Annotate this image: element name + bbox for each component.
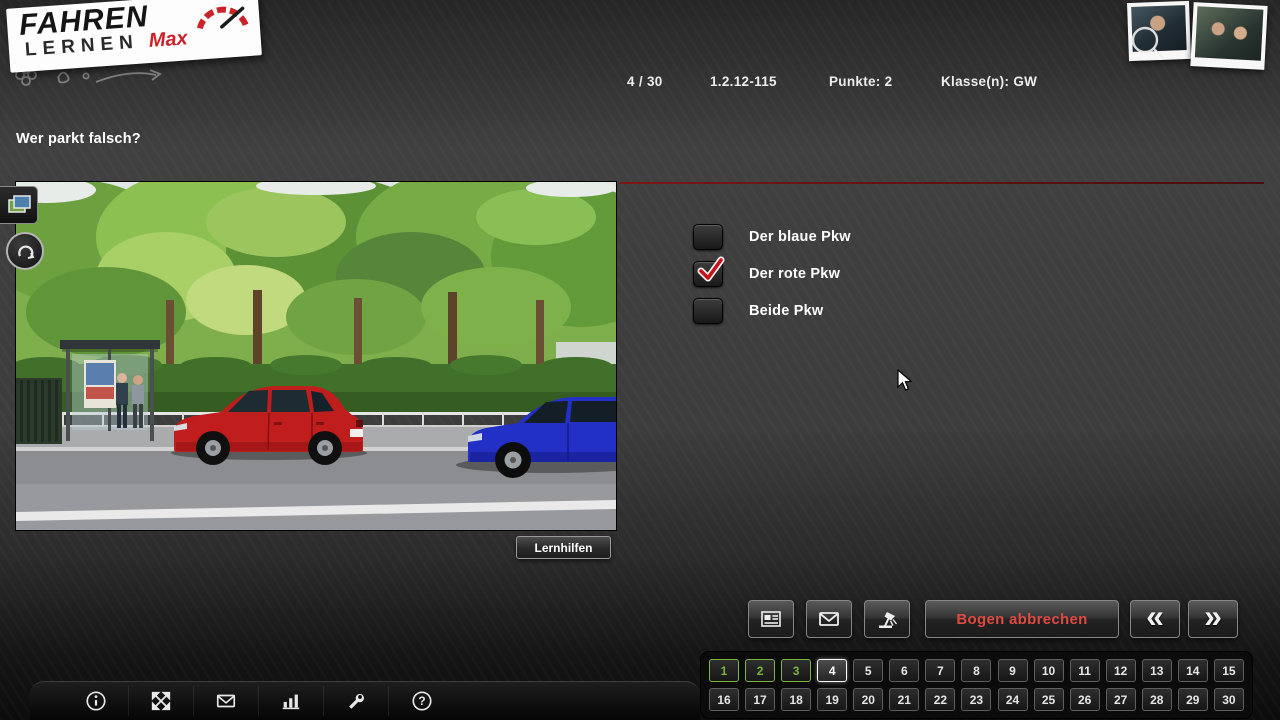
bar-chart-icon: [280, 690, 302, 712]
question-number-26[interactable]: 26: [1070, 688, 1100, 711]
red-checkmark-icon: [695, 254, 727, 286]
polaroid-photo-2: [1190, 2, 1267, 70]
question-title: Wer parkt falsch?: [16, 131, 141, 147]
question-number-24[interactable]: 24: [998, 688, 1028, 711]
checkbox-unchecked[interactable]: [693, 298, 723, 324]
question-scene-image: [16, 182, 616, 530]
question-number-30[interactable]: 30: [1214, 688, 1244, 711]
app-logo: FAHREN LERNEN Max: [6, 0, 262, 73]
question-number-3[interactable]: 3: [781, 659, 811, 682]
question-number-27[interactable]: 27: [1106, 688, 1136, 711]
points-label: Punkte: 2: [829, 74, 892, 89]
hint-tab[interactable]: [6, 232, 44, 270]
help-icon: ?: [411, 690, 433, 712]
backward-icon: «: [1146, 601, 1164, 631]
fullscreen-icon: [150, 690, 172, 712]
answer-panel-topline: [620, 182, 1264, 184]
question-number-6[interactable]: 6: [889, 659, 919, 682]
answer-label: Der blaue Pkw: [749, 229, 851, 245]
answers-list: Der blaue Pkw Der rote Pkw Beide Pkw: [693, 224, 851, 335]
question-number-panel: 1234567891011121314151617181920212223242…: [700, 651, 1253, 719]
question-grid-row: 16 17 18 19 20 21 22 23 24 25 26 27 28 29 30: [709, 688, 1244, 711]
notes-icon: [759, 607, 783, 631]
lernhilfen-button[interactable]: Lernhilfen: [516, 536, 611, 559]
question-number-7[interactable]: 7: [925, 659, 955, 682]
fullscreen-button[interactable]: [129, 686, 194, 716]
answer-option[interactable]: Der rote Pkw: [693, 261, 851, 287]
question-grid-row: 123456789101112131415: [709, 659, 1244, 682]
help-button[interactable]: ?: [389, 686, 454, 716]
question-image[interactable]: [16, 182, 616, 530]
question-number-8[interactable]: 8: [961, 659, 991, 682]
statistics-button[interactable]: [259, 686, 324, 716]
question-number-4[interactable]: 4: [817, 659, 847, 682]
question-number-10[interactable]: 10: [1034, 659, 1064, 682]
lamp-button[interactable]: [864, 600, 910, 638]
question-number-15[interactable]: 15: [1214, 659, 1244, 682]
question-number-13[interactable]: 13: [1142, 659, 1172, 682]
mail-icon: [215, 690, 237, 712]
question-number-9[interactable]: 9: [998, 659, 1028, 682]
forward-icon: »: [1204, 601, 1222, 631]
messages-button[interactable]: [194, 686, 259, 716]
magnifier-doodle-icon: [1128, 24, 1172, 66]
question-number-22[interactable]: 22: [925, 688, 955, 711]
app-window: FAHREN LERNEN Max 4 / 30 1.2.12-115 Punk…: [0, 0, 1280, 720]
answer-option[interactable]: Der blaue Pkw: [693, 224, 851, 250]
question-number-29[interactable]: 29: [1178, 688, 1208, 711]
gallery-icon: [5, 191, 33, 219]
question-number-5[interactable]: 5: [853, 659, 883, 682]
logo-text-max: Max: [148, 27, 188, 53]
question-number-25[interactable]: 25: [1034, 688, 1064, 711]
question-number-23[interactable]: 23: [961, 688, 991, 711]
question-number-28[interactable]: 28: [1142, 688, 1172, 711]
question-number-18[interactable]: 18: [781, 688, 811, 711]
question-number-17[interactable]: 17: [745, 688, 775, 711]
classes-label: Klasse(n): GW: [941, 74, 1037, 89]
photo-content: [1195, 6, 1264, 60]
question-number-1[interactable]: 1: [709, 659, 739, 682]
answer-option[interactable]: Beide Pkw: [693, 298, 851, 324]
image-view-tab[interactable]: [0, 186, 38, 224]
checkbox-unchecked[interactable]: [693, 224, 723, 250]
question-number-16[interactable]: 16: [709, 688, 739, 711]
next-question-button[interactable]: »: [1188, 600, 1238, 638]
speedometer-icon: [192, 0, 252, 33]
prev-question-button[interactable]: «: [1130, 600, 1180, 638]
checkbox-checked[interactable]: [693, 261, 723, 287]
svg-text:?: ?: [418, 694, 425, 708]
mouse-cursor: [897, 369, 913, 393]
question-code: 1.2.12-115: [710, 74, 777, 89]
question-number-14[interactable]: 14: [1178, 659, 1208, 682]
envelope-icon: [817, 607, 841, 631]
settings-button[interactable]: [324, 686, 389, 716]
question-number-11[interactable]: 11: [1070, 659, 1100, 682]
answer-label: Der rote Pkw: [749, 266, 840, 282]
scribble-icon: [12, 238, 38, 264]
info-icon: [85, 690, 107, 712]
wrench-icon: [345, 690, 367, 712]
bottom-toolbar: ?: [30, 681, 700, 720]
answer-label: Beide Pkw: [749, 303, 823, 319]
abort-test-button[interactable]: Bogen abbrechen: [925, 600, 1119, 638]
notes-button[interactable]: [748, 600, 794, 638]
question-number-21[interactable]: 21: [889, 688, 919, 711]
question-number-19[interactable]: 19: [817, 688, 847, 711]
info-button[interactable]: [64, 686, 129, 716]
feedback-mail-button[interactable]: [806, 600, 852, 638]
question-number-12[interactable]: 12: [1106, 659, 1136, 682]
lamp-icon: [875, 607, 899, 631]
question-number-2[interactable]: 2: [745, 659, 775, 682]
question-number-20[interactable]: 20: [853, 688, 883, 711]
progress-counter: 4 / 30: [627, 74, 663, 89]
